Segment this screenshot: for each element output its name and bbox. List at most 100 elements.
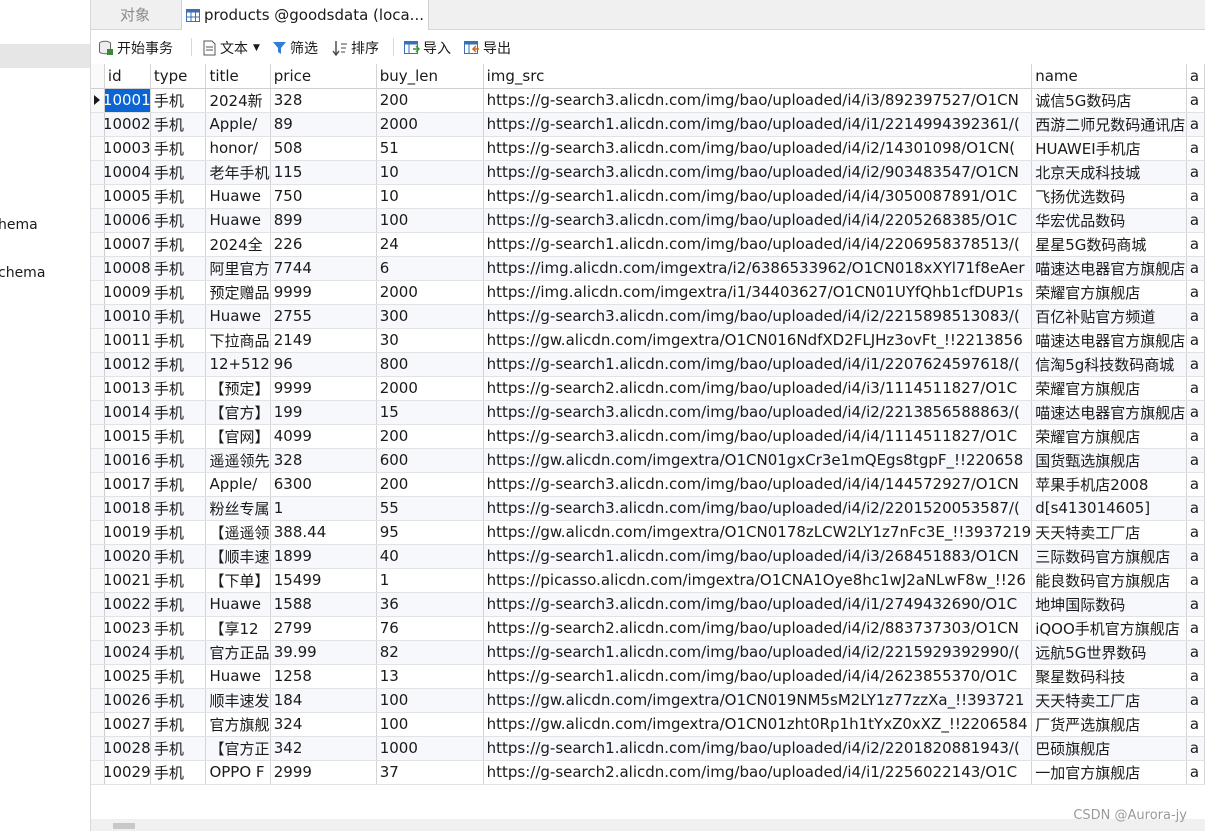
cell-buy-len[interactable]: 30 [376,328,484,353]
cell-title[interactable]: Huawe [205,664,271,689]
cell-price[interactable]: 342 [270,736,377,761]
table-row[interactable]: 10005 手机 Huawe 750 10 https://g-search1.alicd… [91,184,1205,209]
cell-type[interactable]: 手机 [150,112,207,137]
cell-img-src[interactable]: https://gw.alicdn.com/imgextra/O1CN01gxC… [483,448,1033,473]
cell-title[interactable]: Huawe [205,208,271,233]
cell-type[interactable]: 手机 [150,640,207,665]
column-header-price[interactable]: price [270,64,377,89]
cell-buy-len[interactable]: 2000 [376,280,484,305]
cell-buy-len[interactable]: 15 [376,400,484,425]
row-marker[interactable] [91,280,105,305]
cell-name[interactable]: 飞扬优选数码 [1031,184,1187,209]
cell-img-src[interactable]: https://g-search1.alicdn.com/img/bao/upl… [483,736,1033,761]
cell-img-src[interactable]: https://gw.alicdn.com/imgextra/O1CN0178z… [483,520,1033,545]
row-marker[interactable] [91,472,105,497]
cell-price[interactable]: 7744 [270,256,377,281]
row-marker[interactable] [91,688,105,713]
cell-price[interactable]: 328 [270,88,377,113]
cell-buy-len[interactable]: 76 [376,616,484,641]
cell-type[interactable]: 手机 [150,88,207,113]
cell-title[interactable]: OPPO F [205,760,271,785]
row-marker[interactable] [91,616,105,641]
cell-price[interactable]: 9999 [270,376,377,401]
cell-name[interactable]: 百亿补贴官方频道 [1031,304,1187,329]
cell-img-src[interactable]: https://g-search1.alicdn.com/img/bao/upl… [483,112,1033,137]
cell-title[interactable]: 下拉商品 [205,328,271,353]
table-row[interactable]: 10011 手机 下拉商品 2149 30 https://gw.alicdn.com/i… [91,328,1205,353]
table-row[interactable]: 10012 手机 12+512 96 800 https://g-search1.alic… [91,352,1205,377]
table-row[interactable]: 10013 手机 【预定】 9999 2000 https://g-search2.ali… [91,376,1205,401]
table-row[interactable]: 10007 手机 2024全 226 24 https://g-search1.alicd… [91,232,1205,257]
cell-title[interactable]: 【享12 [205,616,271,641]
cell-type[interactable]: 手机 [150,544,207,569]
row-marker[interactable] [91,136,105,161]
cell-type[interactable]: 手机 [150,448,207,473]
column-header-img-src[interactable]: img_src [483,64,1033,89]
cell-type[interactable]: 手机 [150,160,207,185]
cell-truncated[interactable]: a [1186,184,1205,209]
cell-id[interactable]: 10009 [104,280,151,305]
column-header-truncated[interactable]: a [1186,64,1205,89]
cell-type[interactable]: 手机 [150,664,207,689]
cell-name[interactable]: 厂货严选旗舰店 [1031,712,1187,737]
cell-truncated[interactable]: a [1186,88,1205,113]
cell-id[interactable]: 10025 [104,664,151,689]
cell-price[interactable]: 899 [270,208,377,233]
cell-type[interactable]: 手机 [150,352,207,377]
column-header-id[interactable]: id [104,64,151,89]
cell-truncated[interactable]: a [1186,640,1205,665]
cell-name[interactable]: 三际数码官方旗舰店 [1031,544,1187,569]
cell-buy-len[interactable]: 200 [376,88,484,113]
cell-buy-len[interactable]: 95 [376,520,484,545]
cell-name[interactable]: 远航5G世界数码 [1031,640,1187,665]
cell-title[interactable]: 预定赠品 [205,280,271,305]
row-marker[interactable] [91,184,105,209]
cell-img-src[interactable]: https://g-search1.alicdn.com/img/bao/upl… [483,352,1033,377]
cell-type[interactable]: 手机 [150,616,207,641]
cell-price[interactable]: 2799 [270,616,377,641]
cell-name[interactable]: 天天特卖工厂店 [1031,688,1187,713]
cell-price[interactable]: 508 [270,136,377,161]
cell-title[interactable]: Huawe [205,304,271,329]
cell-title[interactable]: honor/ [205,136,271,161]
cell-buy-len[interactable]: 100 [376,688,484,713]
cell-img-src[interactable]: https://g-search3.alicdn.com/img/bao/upl… [483,592,1033,617]
cell-title[interactable]: 【预定】 [205,376,271,401]
table-row[interactable]: 10020 手机 【顺丰速 1899 40 https://g-search1.alicd… [91,544,1205,569]
cell-truncated[interactable]: a [1186,616,1205,641]
text-button[interactable]: 文本 ▼ [202,38,260,58]
cell-truncated[interactable]: a [1186,448,1205,473]
table-row[interactable]: 10004 手机 老年手机 115 10 https://g-search3.alicdn… [91,160,1205,185]
cell-truncated[interactable]: a [1186,688,1205,713]
cell-id[interactable]: 10014 [104,400,151,425]
cell-type[interactable]: 手机 [150,688,207,713]
cell-truncated[interactable]: a [1186,712,1205,737]
table-row[interactable]: 10019 手机 【遥遥领 388.44 95 https://gw.alicdn.com… [91,520,1205,545]
row-marker[interactable] [91,568,105,593]
cell-id[interactable]: 10007 [104,232,151,257]
table-row[interactable]: 10024 手机 官方正品 39.99 82 https://g-search1.alic… [91,640,1205,665]
table-row[interactable]: 10029 手机 OPPO F 2999 37 https://g-search2.ali… [91,760,1205,785]
cell-type[interactable]: 手机 [150,472,207,497]
cell-price[interactable]: 1899 [270,544,377,569]
cell-truncated[interactable]: a [1186,352,1205,377]
cell-name[interactable]: 能良数码官方旗舰店 [1031,568,1187,593]
cell-name[interactable]: 巴硕旗舰店 [1031,736,1187,761]
table-row[interactable]: 10028 手机 【官方正 342 1000 https://g-search1.alic… [91,736,1205,761]
cell-type[interactable]: 手机 [150,592,207,617]
cell-id[interactable]: 10010 [104,304,151,329]
horizontal-scrollbar[interactable] [91,819,1205,831]
cell-name[interactable]: 信淘5g科技数码商城 [1031,352,1187,377]
cell-name[interactable]: 荣耀官方旗舰店 [1031,424,1187,449]
cell-title[interactable]: 12+512 [205,352,271,377]
cell-id[interactable]: 10002 [104,112,151,137]
cell-img-src[interactable]: https://g-search2.alicdn.com/img/bao/upl… [483,760,1033,785]
row-marker[interactable] [91,760,105,785]
cell-price[interactable]: 1 [270,496,377,521]
row-marker[interactable] [91,448,105,473]
cell-title[interactable]: 顺丰速发 [205,688,271,713]
cell-img-src[interactable]: https://g-search3.alicdn.com/img/bao/upl… [483,208,1033,233]
cell-truncated[interactable]: a [1186,736,1205,761]
table-row[interactable]: 10015 手机 【官网】 4099 200 https://g-search3.alic… [91,424,1205,449]
tab-products[interactable]: products @goodsdata (loca... [181,0,429,30]
